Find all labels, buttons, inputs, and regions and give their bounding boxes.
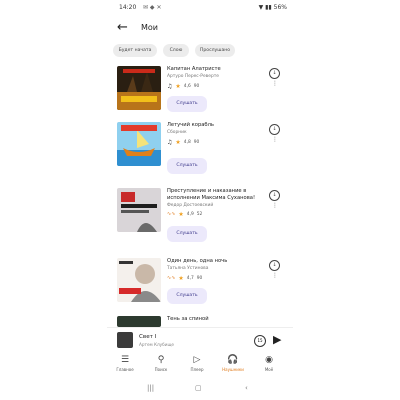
book-author: Татьяна Устинова (167, 266, 209, 271)
book-title: Летучий корабль (167, 122, 214, 128)
player-cover (117, 332, 133, 348)
battery-indicator: ▼ ▮▮ 56% (258, 4, 287, 11)
bottom-tab-bar: ☰ Главное ⚲ Поиск ▷ Плеер 🎧 Наушники ◉ М… (107, 354, 293, 380)
player-title: Свет I (139, 334, 157, 340)
star-icon: ★ (178, 274, 184, 282)
recents-icon[interactable]: ||| (147, 384, 154, 392)
book-meta: ♫ ★ 4,6 90 (167, 82, 199, 90)
tab-player[interactable]: ▷ Плеер (179, 354, 215, 372)
soundwave-icon: ∿∿ (167, 211, 176, 217)
book-cover (117, 122, 161, 166)
book-author: Сборник (167, 130, 187, 135)
tab-search[interactable]: ⚲ Поиск (143, 354, 179, 372)
book-meta: ∿∿ ★ 4,9 52 (167, 210, 202, 218)
chip-listened[interactable]: Прослушано (195, 44, 235, 57)
status-bar: 14:20 ✉ ◆ ✕ ▼ ▮▮ 56% (107, 0, 293, 14)
home-icon: ☰ (120, 355, 130, 365)
chip-will-start[interactable]: Будет начата (113, 44, 157, 57)
book-cover (117, 316, 161, 327)
tab-label: Наушники (222, 367, 244, 372)
tab-label: Главное (116, 367, 134, 372)
rating-value: 4,8 (183, 139, 191, 145)
search-icon: ⚲ (157, 355, 165, 365)
headphones-icon: 🎧 (227, 355, 239, 365)
tab-profile[interactable]: ◉ Моё (251, 354, 287, 372)
rating-count: 90 (196, 275, 203, 281)
download-icon[interactable]: ↓ (269, 190, 280, 201)
download-icon[interactable]: ↓ (269, 68, 280, 79)
back-arrow-icon[interactable]: ← (117, 20, 128, 36)
rating-value: 4,7 (186, 275, 194, 281)
chip-layer[interactable]: Слою (163, 44, 189, 57)
book-cover (117, 66, 161, 110)
profile-icon: ◉ (265, 355, 273, 365)
listen-button[interactable]: Слушать (167, 288, 207, 304)
tab-home[interactable]: ☰ Главное (107, 354, 143, 372)
back-nav-icon[interactable]: ‹ (245, 384, 248, 392)
star-icon: ★ (175, 82, 181, 90)
book-title: Тень за спиной (167, 316, 209, 322)
book-title: Один день, одна ночь (167, 258, 228, 264)
notification-icon: ✉ ◆ ✕ (143, 4, 162, 11)
listen-button[interactable]: Слушать (167, 96, 207, 112)
rating-count: 90 (193, 83, 200, 89)
book-meta: ∿∿ ★ 4,7 90 (167, 274, 202, 282)
rating-value: 4,9 (186, 211, 194, 217)
more-options-icon[interactable]: ⋮ (272, 203, 278, 209)
play-icon: ▷ (193, 355, 201, 365)
tab-label: Поиск (154, 367, 168, 372)
tab-headphones[interactable]: 🎧 Наушники (215, 354, 251, 372)
headphones-icon: ♫ (167, 82, 173, 90)
book-title: Капитан Алатристе (167, 66, 221, 72)
book-meta: ♫ ★ 4,8 90 (167, 138, 199, 146)
star-icon: ★ (178, 210, 184, 218)
phone-screen: 14:20 ✉ ◆ ✕ ▼ ▮▮ 56% ← Мои Будет начата … (107, 0, 293, 400)
home-button-icon[interactable]: ▢ (195, 384, 202, 392)
headphones-icon: ♫ (167, 138, 173, 146)
status-time: 14:20 (119, 4, 137, 11)
more-options-icon[interactable]: ⋮ (272, 81, 278, 87)
star-icon: ★ (175, 138, 181, 146)
page-title: Мои (141, 23, 158, 32)
app-header: ← Мои (107, 18, 293, 40)
listen-button[interactable]: Слушать (167, 158, 207, 174)
rating-count: 90 (193, 139, 200, 145)
book-author: Артуро Перес-Реверте (167, 74, 219, 79)
more-options-icon[interactable]: ⋮ (272, 137, 278, 143)
more-options-icon[interactable]: ⋮ (272, 273, 278, 279)
rating-count: 52 (196, 211, 203, 217)
play-icon[interactable]: ▶ (273, 333, 281, 346)
book-title: Преступление и наказание в исполнении Ма… (167, 188, 256, 201)
download-icon[interactable]: ↓ (269, 124, 280, 135)
battery-percent: 56% (273, 4, 287, 11)
tab-label: Плеер (190, 367, 204, 372)
tab-label: Моё (264, 367, 274, 372)
filter-chips: Будет начата Слою Прослушано (113, 44, 293, 58)
book-cover (117, 258, 161, 302)
listen-button[interactable]: Слушать (167, 226, 207, 242)
rating-value: 4,6 (183, 83, 191, 89)
rewind-15-icon[interactable]: 15 (254, 335, 266, 347)
player-subtitle: Артем Клубище (139, 342, 174, 347)
book-author: Федор Достоевский (167, 203, 214, 208)
list-item[interactable]: Тень за спиной (107, 316, 293, 327)
mini-player[interactable]: Свет I Артем Клубище 15 ▶ (107, 327, 293, 352)
system-nav-bar: ||| ▢ ‹ (107, 382, 293, 396)
book-cover (117, 188, 161, 232)
soundwave-icon: ∿∿ (167, 275, 176, 281)
download-icon[interactable]: ↓ (269, 260, 280, 271)
